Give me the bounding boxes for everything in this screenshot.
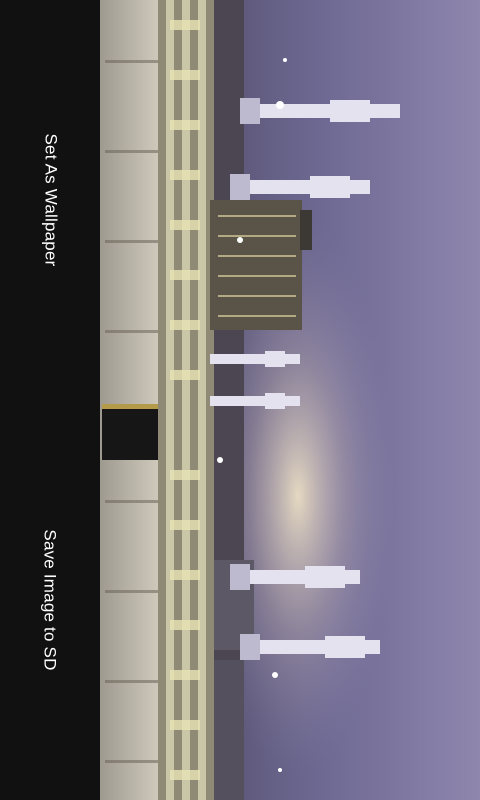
save-image-to-sd-label: Save Image to SD (41, 529, 61, 671)
kaaba-shape (102, 404, 166, 460)
wallpaper-preview-image (100, 0, 480, 800)
mosque-scene-illustration (100, 0, 480, 800)
set-as-wallpaper-button[interactable]: Set As Wallpaper (0, 0, 100, 401)
action-bar: Set As Wallpaper Save Image to SD (0, 0, 100, 800)
set-as-wallpaper-label: Set As Wallpaper (41, 133, 60, 267)
save-image-to-sd-button[interactable]: Save Image to SD (0, 400, 100, 800)
